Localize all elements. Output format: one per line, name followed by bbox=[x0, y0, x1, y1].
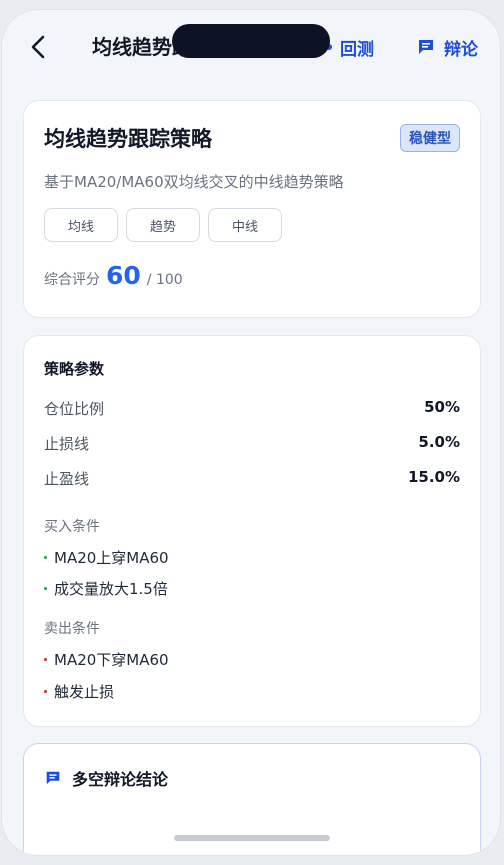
sell-condition-item: 触发止损 bbox=[44, 681, 114, 702]
phone-screen: 均线趋势跟踪策略 回测 辩论 均线趋势跟踪策略 稳健型 基于MA20/MA60双… bbox=[2, 10, 500, 855]
buy-conditions-title: 买入条件 bbox=[44, 519, 100, 535]
strategy-params-card: 策略参数 仓位比例 50% 止损线 5.0% 止盈线 15.0% 买入条件 MA… bbox=[23, 335, 481, 727]
score-value: 60 bbox=[106, 261, 141, 290]
chat-bubble-icon bbox=[46, 771, 60, 785]
conclusion-header: 多空辩论结论 bbox=[44, 766, 168, 790]
condition-text: 成交量放大1.5倍 bbox=[54, 580, 168, 598]
param-value: 5.0% bbox=[418, 433, 460, 451]
bullet-icon bbox=[44, 658, 47, 661]
score-label: 综合评分 bbox=[44, 272, 100, 288]
score-max: / 100 bbox=[146, 272, 183, 288]
buy-condition-item: 成交量放大1.5倍 bbox=[44, 578, 168, 599]
param-label: 仓位比例 bbox=[44, 400, 105, 418]
tag-chip[interactable]: 中线 bbox=[208, 208, 282, 242]
param-row-stop-loss: 止损线 5.0% bbox=[44, 433, 460, 454]
strategy-description: 基于MA20/MA60双均线交叉的中线趋势策略 bbox=[44, 173, 344, 191]
strategy-name: 均线趋势跟踪策略 bbox=[44, 127, 212, 151]
risk-badge: 稳健型 bbox=[400, 124, 460, 152]
tag-chip[interactable]: 均线 bbox=[44, 208, 118, 242]
condition-text: 触发止损 bbox=[54, 683, 115, 701]
sell-condition-item: MA20下穿MA60 bbox=[44, 649, 169, 670]
back-button[interactable] bbox=[24, 32, 54, 62]
sell-conditions-title: 卖出条件 bbox=[44, 621, 100, 637]
param-row-take-profit: 止盈线 15.0% bbox=[44, 468, 460, 489]
strategy-summary-card: 均线趋势跟踪策略 稳健型 基于MA20/MA60双均线交叉的中线趋势策略 均线 … bbox=[23, 100, 481, 318]
bullet-icon bbox=[44, 556, 47, 559]
camera-notch bbox=[172, 24, 330, 58]
bullet-icon bbox=[44, 690, 47, 693]
backtest-label: 回测 bbox=[340, 39, 374, 60]
param-label: 止损线 bbox=[44, 435, 90, 453]
params-title: 策略参数 bbox=[44, 360, 105, 378]
buy-condition-item: MA20上穿MA60 bbox=[44, 547, 169, 568]
tag-chip[interactable]: 趋势 bbox=[126, 208, 200, 242]
condition-text: MA20上穿MA60 bbox=[54, 549, 169, 567]
debate-button[interactable]: 辩论 bbox=[416, 32, 478, 62]
chat-bubble-icon bbox=[419, 40, 433, 54]
condition-text: MA20下穿MA60 bbox=[54, 651, 169, 669]
chevron-left-icon bbox=[31, 35, 45, 59]
overall-score: 综合评分 60 / 100 bbox=[44, 261, 183, 290]
bullet-icon bbox=[44, 587, 47, 590]
param-row-position: 仓位比例 50% bbox=[44, 398, 460, 419]
param-value: 15.0% bbox=[407, 468, 460, 486]
conclusion-title: 多空辩论结论 bbox=[72, 770, 169, 789]
param-label: 止盈线 bbox=[44, 470, 90, 488]
backtest-button[interactable]: 回测 bbox=[326, 32, 374, 62]
tag-list: 均线 趋势 中线 bbox=[44, 208, 282, 242]
debate-label: 辩论 bbox=[444, 39, 478, 60]
param-value: 50% bbox=[424, 398, 460, 416]
home-indicator[interactable] bbox=[174, 835, 330, 841]
